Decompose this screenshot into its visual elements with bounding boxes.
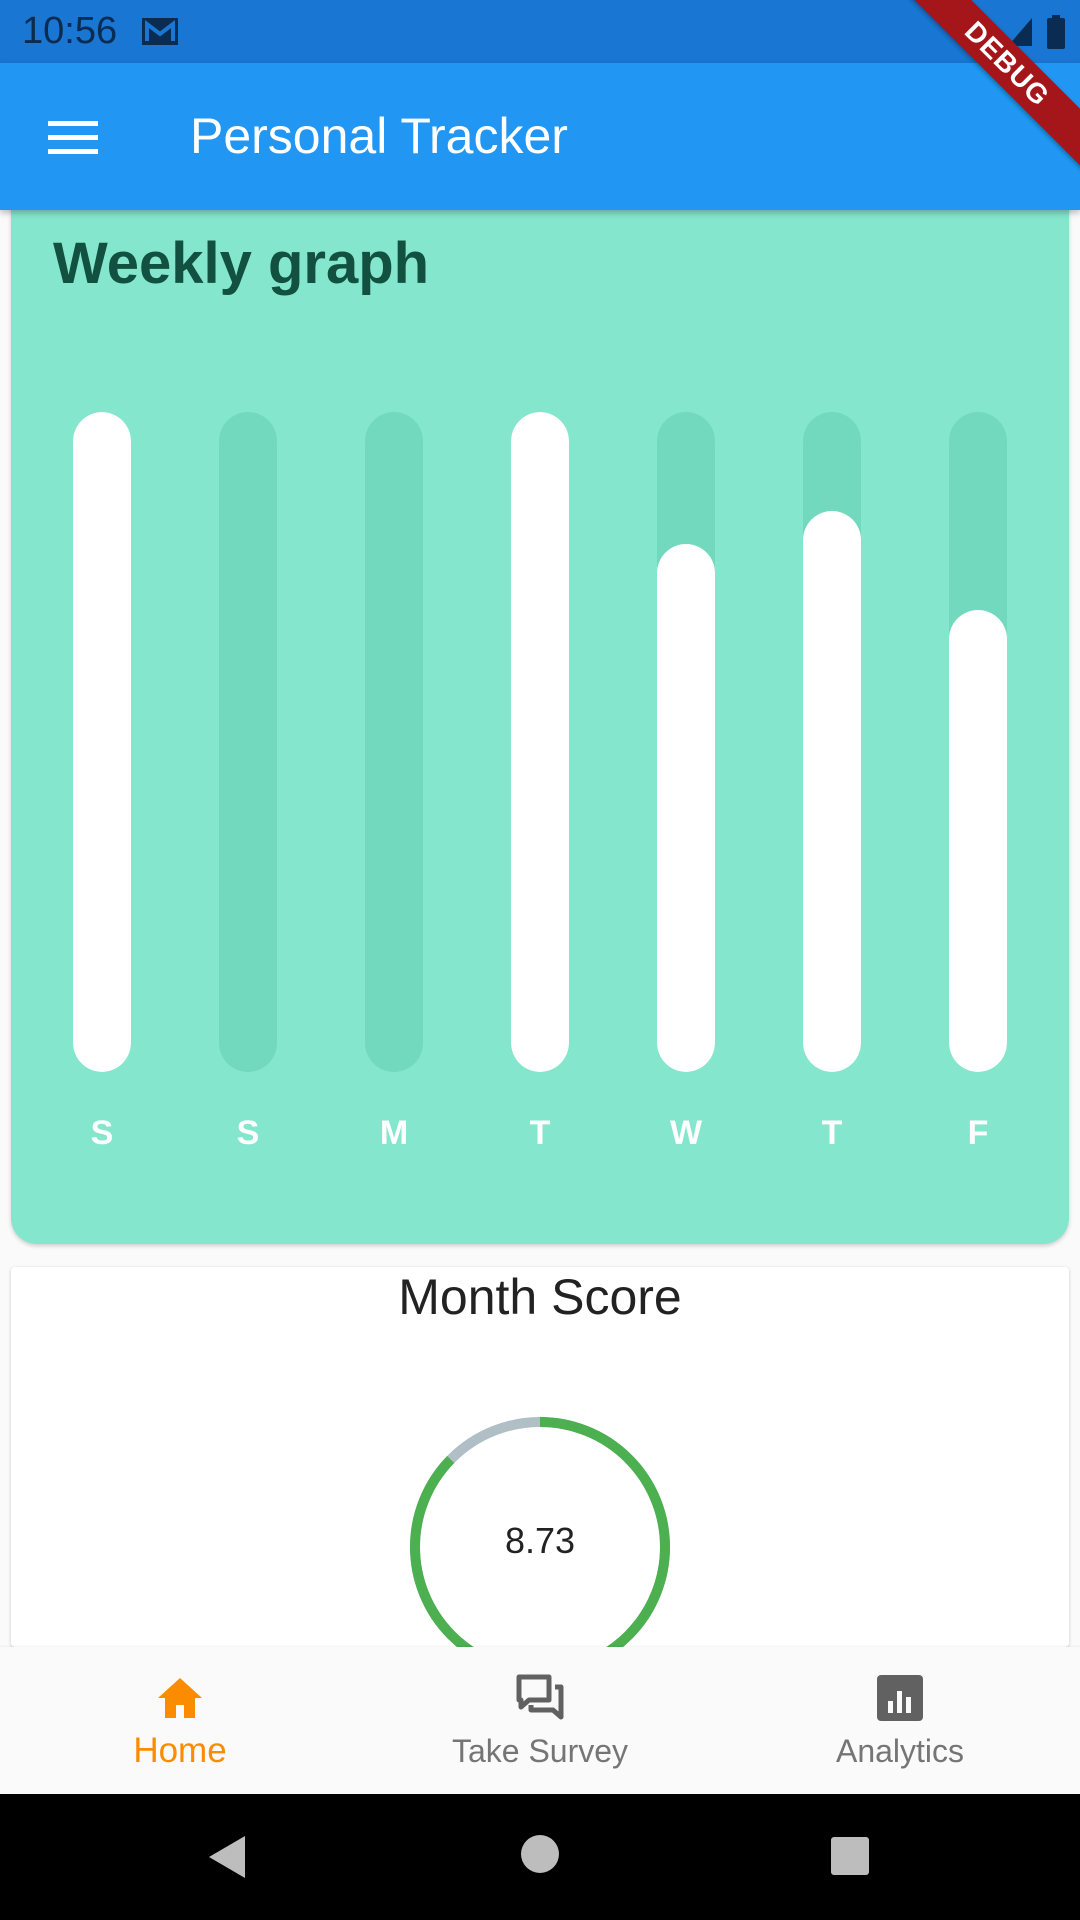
recents-icon[interactable] — [830, 1836, 870, 1876]
nav-home[interactable]: Home — [0, 1647, 360, 1794]
chat-bubbles-icon — [516, 1674, 564, 1720]
bar-fill-4 — [657, 544, 715, 1072]
bar-track-0 — [73, 412, 131, 1072]
day-label-0: S — [90, 1114, 114, 1152]
day-label-2: M — [379, 1114, 409, 1152]
bar-track-2 — [365, 412, 423, 1072]
bar-track-4 — [657, 412, 715, 1072]
bottom-nav: Home Take Survey Analytics — [0, 1647, 1080, 1794]
month-score-title: Month Score — [398, 1269, 682, 1325]
bar-track-1 — [219, 412, 277, 1072]
status-time: 10:56 — [22, 10, 118, 52]
home-icon — [158, 1678, 202, 1718]
status-bar: 10:56 — [0, 0, 1080, 63]
weekly-graph-card: Weekly graph S S M T W T F — [11, 190, 1069, 1244]
day-label-1: S — [236, 1114, 260, 1152]
nav-analytics[interactable]: Analytics — [720, 1647, 1080, 1794]
nav-take-survey[interactable]: Take Survey — [360, 1647, 720, 1794]
system-nav-bar — [0, 1794, 1080, 1920]
day-label-3: T — [529, 1114, 551, 1152]
bar-chart-icon — [877, 1675, 923, 1721]
bar-fill-0 — [73, 412, 131, 1072]
app-title: Personal Tracker — [190, 108, 568, 164]
weekly-graph-title: Weekly graph — [53, 231, 430, 296]
nav-analytics-label: Analytics — [835, 1733, 965, 1769]
nav-home-label: Home — [133, 1731, 227, 1770]
mail-icon — [142, 18, 178, 45]
bar-track-3 — [511, 412, 569, 1072]
day-label-5: T — [821, 1114, 843, 1152]
home-circle-icon[interactable] — [520, 1834, 560, 1874]
day-label-4: W — [669, 1114, 703, 1152]
day-label-6: F — [967, 1114, 989, 1152]
nav-take-survey-label: Take Survey — [451, 1733, 629, 1769]
bar-fill-6 — [949, 610, 1007, 1072]
bar-fill-5 — [803, 511, 861, 1072]
battery-icon — [1047, 15, 1065, 49]
month-score-value: 8.73 — [504, 1520, 576, 1561]
back-icon[interactable] — [205, 1834, 251, 1880]
app-bar: Personal Tracker — [0, 63, 1080, 210]
bar-track-5 — [803, 412, 861, 1072]
bar-track-6 — [949, 412, 1007, 1072]
bar-fill-3 — [511, 412, 569, 1072]
hamburger-menu-icon[interactable] — [48, 119, 98, 155]
